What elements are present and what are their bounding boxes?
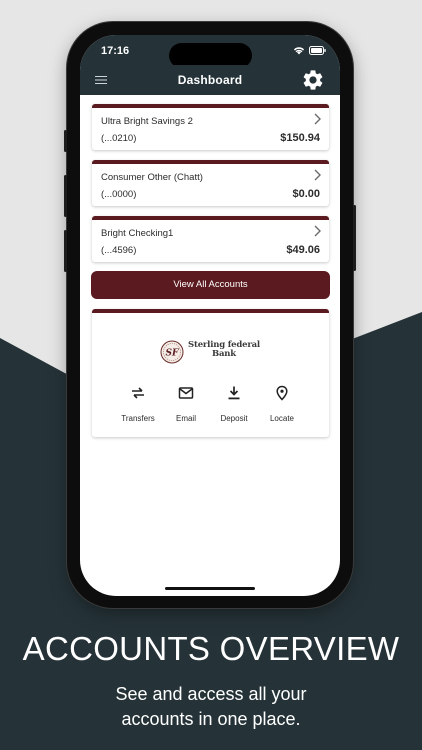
svg-text:SF: SF (166, 349, 179, 359)
email-action[interactable]: Email (161, 385, 211, 423)
bank-seal-icon: SF (160, 340, 184, 364)
phone-side-button (64, 130, 67, 152)
chevron-right-icon (314, 225, 321, 237)
account-name: Bright Checking1 (101, 228, 174, 239)
deposit-action[interactable]: Deposit (209, 385, 259, 423)
status-icons (293, 46, 326, 55)
quick-actions-card: SF Sterling federal Bank Transfers Email (92, 309, 329, 437)
phone-volume-down (64, 230, 67, 272)
locate-action[interactable]: Locate (257, 385, 307, 423)
account-card[interactable]: Consumer Other (Chatt) (...0000) $0.00 (92, 160, 329, 206)
bank-logo-text: Sterling federal Bank (186, 341, 262, 359)
email-label: Email (175, 414, 196, 423)
app-screen: 17:16 Dashboard Ultra Bright Savings 2 (… (80, 35, 340, 596)
promo-headline: ACCOUNTS OVERVIEW (22, 630, 400, 667)
deposit-label: Deposit (220, 414, 248, 423)
home-indicator (165, 587, 255, 590)
battery-icon (309, 46, 326, 55)
status-time: 17:16 (101, 45, 130, 57)
account-name: Ultra Bright Savings 2 (101, 116, 193, 127)
nav-bar: Dashboard (80, 65, 340, 95)
mail-icon (178, 387, 194, 399)
account-balance: $0.00 (292, 188, 320, 200)
chevron-right-icon (314, 169, 321, 181)
promo-subline-2: accounts in one place. (121, 709, 301, 729)
chevron-right-icon (314, 113, 321, 125)
transfers-label: Transfers (121, 414, 155, 423)
account-name: Consumer Other (Chatt) (101, 172, 203, 183)
bank-logo-line-2: Bank (212, 349, 236, 359)
phone-volume-up (64, 175, 67, 217)
account-card[interactable]: Ultra Bright Savings 2 (...0210) $150.94 (92, 104, 329, 150)
location-pin-icon (276, 385, 288, 401)
transfer-icon (132, 387, 144, 399)
view-all-accounts-button[interactable]: View All Accounts (91, 271, 330, 299)
account-card[interactable]: Bright Checking1 (...4596) $49.06 (92, 216, 329, 262)
bank-logo: SF Sterling federal Bank (160, 339, 260, 365)
download-icon (228, 386, 240, 400)
settings-gear-icon[interactable] (301, 68, 325, 92)
locate-label: Locate (269, 414, 295, 423)
phone-power-button (353, 205, 356, 271)
account-balance: $150.94 (280, 132, 320, 144)
status-bar: 17:16 (80, 35, 340, 68)
promo-subline-1: See and access all your (115, 684, 307, 704)
account-balance: $49.06 (286, 244, 320, 256)
transfers-action[interactable]: Transfers (113, 385, 163, 423)
wifi-icon (294, 47, 304, 55)
account-number: (...4596) (101, 245, 137, 256)
account-number: (...0000) (101, 189, 137, 200)
promo-subline: See and access all your accounts in one … (0, 682, 422, 732)
account-number: (...0210) (101, 133, 137, 144)
